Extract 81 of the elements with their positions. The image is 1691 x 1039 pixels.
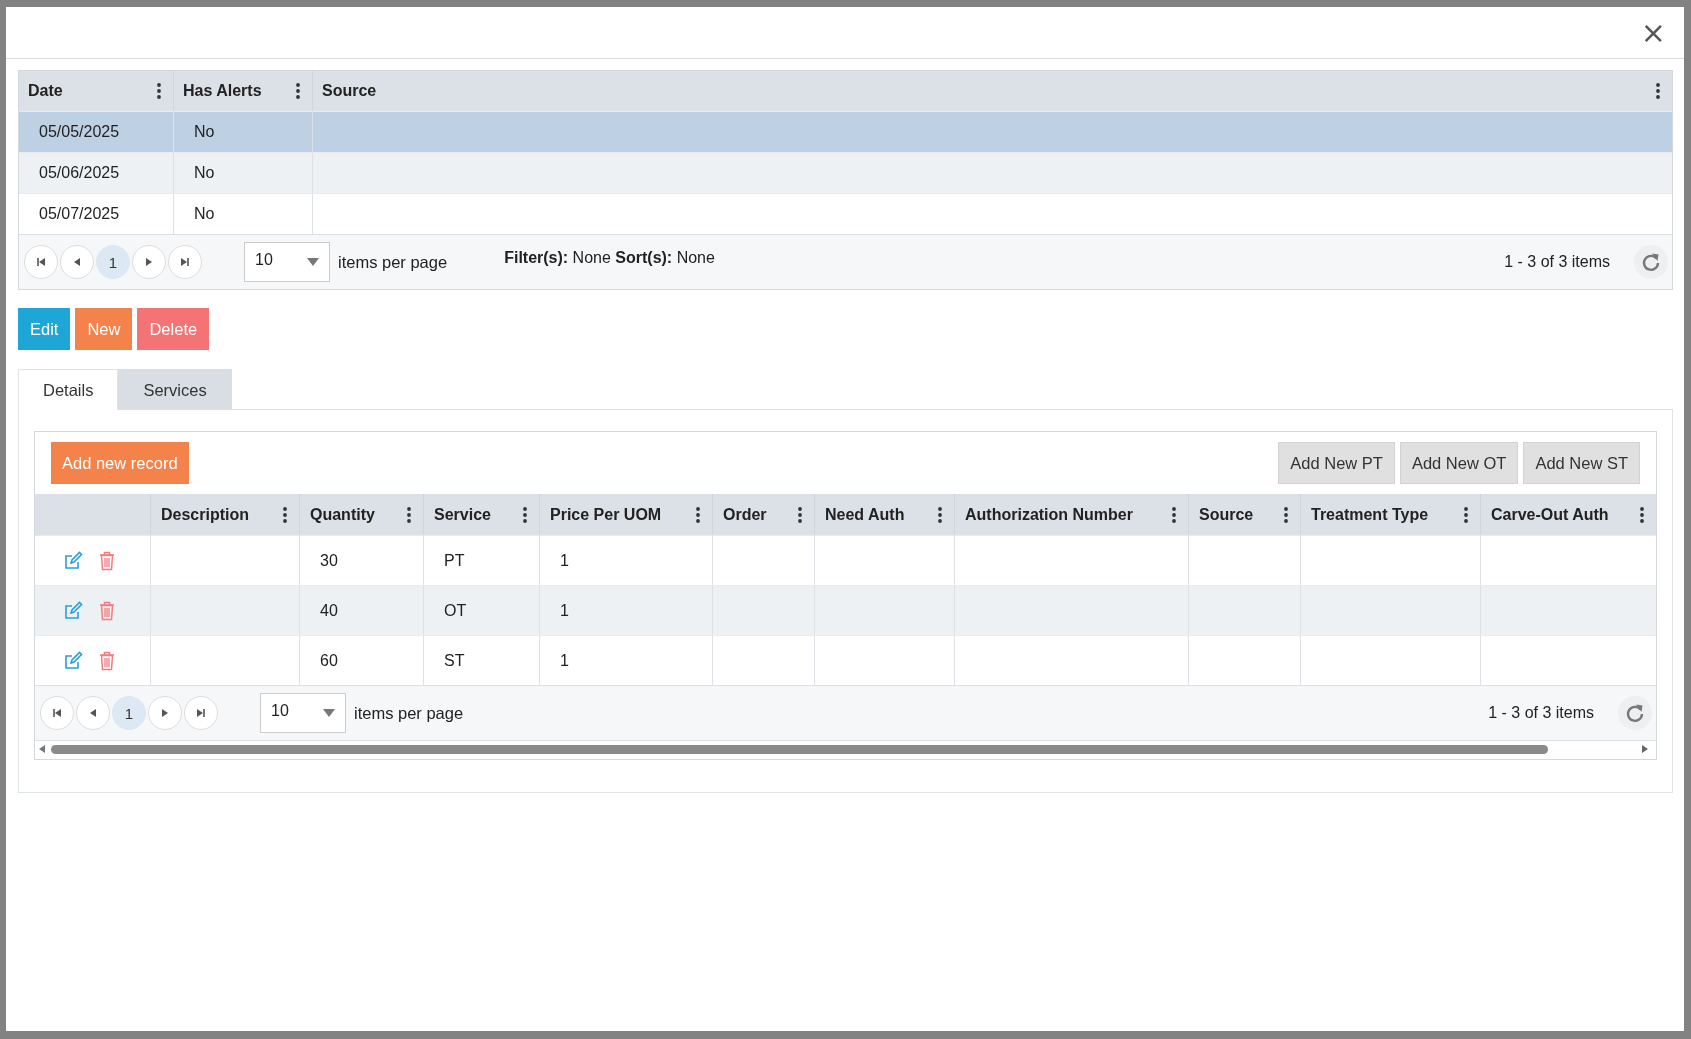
column-header[interactable]: Carve-Out Auth	[1491, 505, 1609, 524]
table-cell: 1	[560, 651, 569, 670]
delete-icon[interactable]	[99, 550, 115, 571]
column-menu-icon[interactable]	[1284, 506, 1288, 523]
filter-summary: Filter(s): None Sort(s): None	[504, 249, 715, 267]
column-menu-icon[interactable]	[938, 506, 942, 523]
column-menu-icon[interactable]	[157, 83, 161, 99]
next-page-button[interactable]	[148, 696, 182, 730]
table-cell: OT	[444, 601, 467, 620]
column-menu-icon[interactable]	[1464, 506, 1468, 523]
table-cell: ST	[444, 651, 465, 670]
column-header[interactable]: Quantity	[310, 505, 375, 524]
pager-label: items per page	[354, 703, 464, 723]
table-cell: 30	[320, 551, 338, 570]
last-page-button[interactable]	[184, 696, 218, 730]
page-number-button[interactable]: 1	[112, 696, 146, 730]
dropdown-arrow-icon	[323, 709, 335, 717]
column-menu-icon[interactable]	[407, 506, 411, 523]
column-header[interactable]: Has Alerts	[183, 82, 262, 100]
edit-icon[interactable]	[63, 600, 83, 621]
pager-info: 1 - 3 of 3 items	[1488, 704, 1594, 722]
delete-icon[interactable]	[99, 600, 115, 621]
column-menu-icon[interactable]	[1172, 506, 1176, 523]
table-cell: 40	[320, 601, 338, 620]
scroll-thumb[interactable]	[51, 744, 1548, 754]
refresh-icon	[1625, 703, 1645, 723]
refresh-button[interactable]	[1634, 245, 1668, 279]
add-button[interactable]: Add New PT	[1278, 442, 1395, 484]
delete-icon[interactable]	[99, 650, 115, 671]
scroll-right-icon	[1642, 745, 1648, 753]
pager-label: items per page	[338, 252, 448, 272]
table-cell: PT	[444, 551, 465, 570]
column-header[interactable]: Source	[322, 82, 377, 100]
first-page-button[interactable]	[24, 245, 58, 279]
table-cell: No	[194, 123, 215, 141]
column-header[interactable]: Authorization Number	[965, 505, 1133, 524]
column-menu-icon[interactable]	[798, 506, 802, 523]
table-row[interactable]: 05/06/2025 No	[19, 152, 1672, 193]
column-menu-icon[interactable]	[296, 83, 300, 99]
table-row[interactable]: 05/05/2025 No	[19, 111, 1672, 152]
page-size-dropdown[interactable]: 10	[260, 693, 346, 733]
table-cell: 1	[560, 551, 569, 570]
table-cell: 60	[320, 651, 338, 670]
table-cell: 05/06/2025	[39, 164, 120, 182]
edit-icon[interactable]	[63, 550, 83, 571]
edit-icon[interactable]	[63, 650, 83, 671]
table-cell: No	[194, 205, 215, 223]
column-header[interactable]: Price Per UOM	[550, 505, 662, 524]
column-menu-icon[interactable]	[1656, 83, 1660, 99]
column-header[interactable]: Treatment Type	[1311, 505, 1429, 524]
table-cell: 05/07/2025	[39, 205, 120, 223]
column-header[interactable]: Service	[434, 505, 491, 524]
tab[interactable]: Services	[118, 369, 232, 410]
column-header[interactable]: Date	[28, 82, 63, 100]
table-cell: No	[194, 164, 215, 182]
close-button[interactable]: ×	[1636, 17, 1670, 48]
column-menu-icon[interactable]	[696, 506, 700, 523]
scroll-left-icon	[39, 745, 45, 753]
table-cell: 1	[560, 601, 569, 620]
dropdown-arrow-icon	[307, 258, 319, 266]
refresh-icon	[1641, 252, 1661, 272]
add-button[interactable]: Add New OT	[1399, 442, 1519, 484]
pager-info: 1 - 3 of 3 items	[1504, 253, 1610, 271]
column-header[interactable]: Description	[161, 505, 249, 524]
previous-page-button[interactable]	[76, 696, 110, 730]
previous-page-button[interactable]	[60, 245, 94, 279]
refresh-button[interactable]	[1618, 696, 1652, 730]
first-page-button[interactable]	[40, 696, 74, 730]
column-menu-icon[interactable]	[1640, 506, 1644, 523]
last-page-button[interactable]	[168, 245, 202, 279]
tab[interactable]: Details	[18, 369, 119, 410]
page-size-dropdown[interactable]: 10	[244, 242, 330, 282]
next-page-button[interactable]	[132, 245, 166, 279]
add-button[interactable]: Add New ST	[1523, 442, 1640, 484]
column-header[interactable]: Need Auth	[825, 505, 905, 524]
column-header[interactable]: Order	[723, 505, 767, 524]
page-number-button[interactable]: 1	[96, 245, 130, 279]
column-header[interactable]: Source	[1199, 505, 1254, 524]
table-cell: 05/05/2025	[39, 123, 120, 141]
column-menu-icon[interactable]	[523, 506, 527, 523]
column-menu-icon[interactable]	[283, 506, 287, 523]
